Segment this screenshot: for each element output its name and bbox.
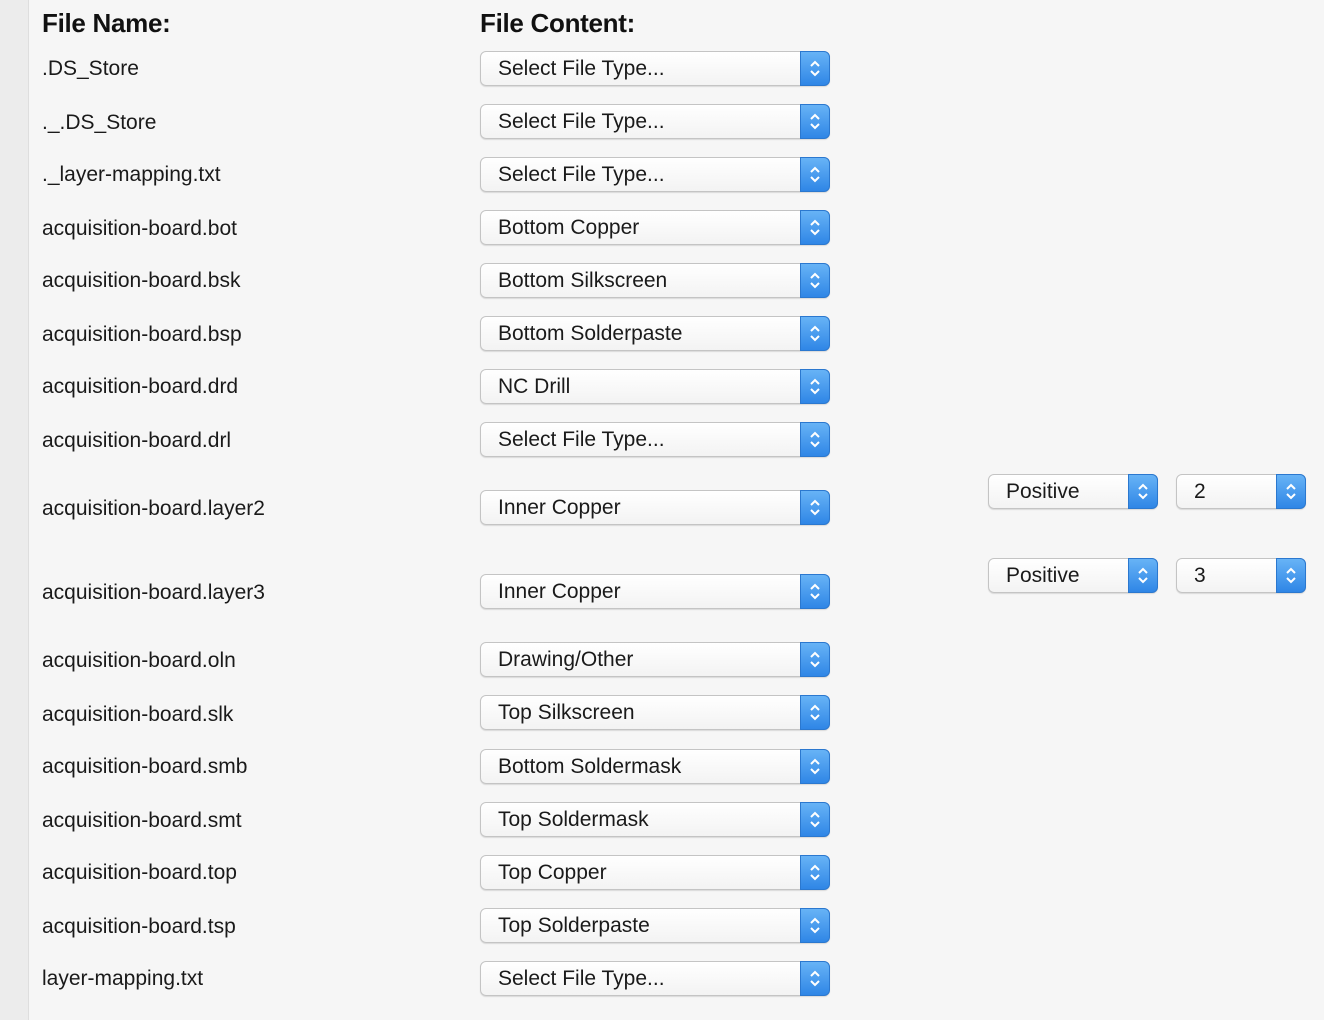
chevron-up-down-icon xyxy=(800,316,830,351)
chevron-up-down-icon xyxy=(800,422,830,457)
file-type-value: Bottom Copper xyxy=(498,216,640,239)
file-name-label: acquisition-board.layer2 xyxy=(42,497,265,520)
file-type-select[interactable]: Drawing/Other xyxy=(480,642,830,677)
chevron-up-down-icon xyxy=(800,855,830,890)
file-type-value: Select File Type... xyxy=(498,163,665,186)
file-type-select[interactable]: Top Solderpaste xyxy=(480,908,830,943)
layer-number-select[interactable]: 2 xyxy=(1176,474,1306,509)
file-name-label: acquisition-board.drl xyxy=(42,429,232,452)
chevron-up-down-icon xyxy=(1128,474,1158,509)
file-type-value: Top Silkscreen xyxy=(498,701,635,724)
chevron-up-down-icon xyxy=(800,802,830,837)
chevron-up-down-icon xyxy=(800,104,830,139)
layer-number-value: 3 xyxy=(1194,564,1206,587)
file-type-value: Top Soldermask xyxy=(498,808,649,831)
layer-number-value: 2 xyxy=(1194,480,1206,503)
chevron-up-down-icon xyxy=(800,908,830,943)
file-type-value: Inner Copper xyxy=(498,496,621,519)
file-type-value: Bottom Silkscreen xyxy=(498,269,668,292)
file-type-select[interactable]: Top Silkscreen xyxy=(480,695,830,730)
chevron-up-down-icon xyxy=(800,490,830,525)
file-type-select[interactable]: Inner Copper xyxy=(480,490,830,525)
layer-number-select[interactable]: 3 xyxy=(1176,558,1306,593)
chevron-up-down-icon xyxy=(1276,558,1306,593)
file-type-value: Top Copper xyxy=(498,861,607,884)
chevron-up-down-icon xyxy=(800,574,830,609)
file-name-label: acquisition-board.drd xyxy=(42,375,239,398)
file-name-label: acquisition-board.tsp xyxy=(42,915,236,938)
file-type-select[interactable]: Select File Type... xyxy=(480,961,830,996)
file-name-header: File Name: xyxy=(42,8,171,38)
file-name-label: acquisition-board.smb xyxy=(42,755,248,778)
file-type-select[interactable]: Bottom Copper xyxy=(480,210,830,245)
file-type-select[interactable]: Bottom Solderpaste xyxy=(480,316,830,351)
file-type-select[interactable]: Bottom Silkscreen xyxy=(480,263,830,298)
file-name-label: acquisition-board.oln xyxy=(42,649,236,672)
left-panel-edge xyxy=(0,0,29,1020)
file-type-value: Select File Type... xyxy=(498,110,665,133)
file-name-label: acquisition-board.bsk xyxy=(42,269,241,292)
file-type-select[interactable]: Inner Copper xyxy=(480,574,830,609)
file-type-select[interactable]: Select File Type... xyxy=(480,157,830,192)
file-name-label: layer-mapping.txt xyxy=(42,967,204,990)
chevron-up-down-icon xyxy=(800,642,830,677)
file-type-value: Inner Copper xyxy=(498,580,621,603)
chevron-up-down-icon xyxy=(800,51,830,86)
file-type-select[interactable]: Select File Type... xyxy=(480,104,830,139)
polarity-value: Positive xyxy=(1006,480,1080,503)
file-type-value: NC Drill xyxy=(498,375,571,398)
file-name-label: acquisition-board.slk xyxy=(42,703,234,726)
file-name-label: acquisition-board.top xyxy=(42,861,237,884)
file-content-header: File Content: xyxy=(480,8,635,38)
file-type-select[interactable]: Bottom Soldermask xyxy=(480,749,830,784)
file-type-value: Select File Type... xyxy=(498,57,665,80)
file-type-select[interactable]: NC Drill xyxy=(480,369,830,404)
file-type-value: Select File Type... xyxy=(498,428,665,451)
chevron-up-down-icon xyxy=(800,749,830,784)
file-type-select[interactable]: Top Copper xyxy=(480,855,830,890)
file-name-label: ._layer-mapping.txt xyxy=(42,163,221,186)
file-type-select[interactable]: Select File Type... xyxy=(480,51,830,86)
chevron-up-down-icon xyxy=(800,210,830,245)
file-name-label: acquisition-board.layer3 xyxy=(42,581,265,604)
file-type-select[interactable]: Select File Type... xyxy=(480,422,830,457)
file-type-select[interactable]: Top Soldermask xyxy=(480,802,830,837)
polarity-select[interactable]: Positive xyxy=(988,558,1158,593)
file-type-value: Bottom Soldermask xyxy=(498,755,682,778)
file-name-label: .DS_Store xyxy=(42,57,139,80)
chevron-up-down-icon xyxy=(800,695,830,730)
chevron-up-down-icon xyxy=(800,961,830,996)
file-type-value: Bottom Solderpaste xyxy=(498,322,683,345)
chevron-up-down-icon xyxy=(1128,558,1158,593)
chevron-up-down-icon xyxy=(800,157,830,192)
file-type-value: Top Solderpaste xyxy=(498,914,650,937)
file-type-value: Select File Type... xyxy=(498,967,665,990)
file-name-label: acquisition-board.smt xyxy=(42,809,242,832)
file-type-value: Drawing/Other xyxy=(498,648,634,671)
chevron-up-down-icon xyxy=(800,369,830,404)
chevron-up-down-icon xyxy=(800,263,830,298)
file-name-label: acquisition-board.bsp xyxy=(42,323,242,346)
polarity-value: Positive xyxy=(1006,564,1080,587)
file-name-label: ._.DS_Store xyxy=(42,111,157,134)
polarity-select[interactable]: Positive xyxy=(988,474,1158,509)
chevron-up-down-icon xyxy=(1276,474,1306,509)
file-name-label: acquisition-board.bot xyxy=(42,217,237,240)
